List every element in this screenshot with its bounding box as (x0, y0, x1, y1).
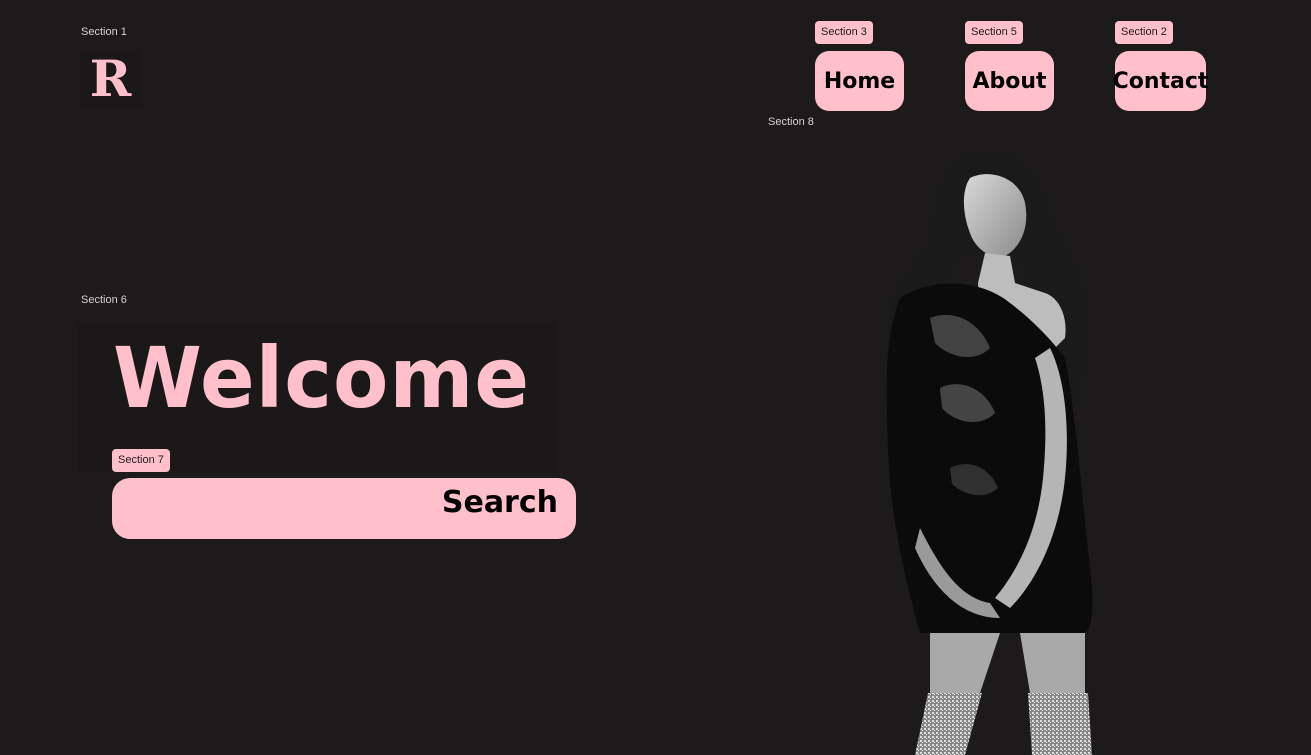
search-bar[interactable]: Search (112, 478, 576, 539)
search-button[interactable]: Search (442, 485, 558, 520)
section-3-label: Section 3 (815, 21, 873, 44)
section-7-label: Section 7 (112, 449, 170, 472)
logo[interactable]: R (79, 50, 141, 108)
hero-title: Welcome (113, 329, 531, 427)
nav-home-button[interactable]: Home (815, 51, 904, 111)
section-1-label: Section 1 (81, 26, 127, 38)
section-6-label: Section 6 (81, 294, 127, 306)
woman-in-black-dress-photo (886, 151, 1093, 755)
nav-about-button[interactable]: About (965, 51, 1054, 111)
section-5-label: Section 5 (965, 21, 1023, 44)
section-8-label: Section 8 (768, 116, 814, 128)
section-2-label: Section 2 (1115, 21, 1173, 44)
logo-letter: R (89, 49, 132, 108)
nav-contact-button[interactable]: Contact (1113, 51, 1208, 111)
search-input[interactable] (132, 486, 436, 532)
